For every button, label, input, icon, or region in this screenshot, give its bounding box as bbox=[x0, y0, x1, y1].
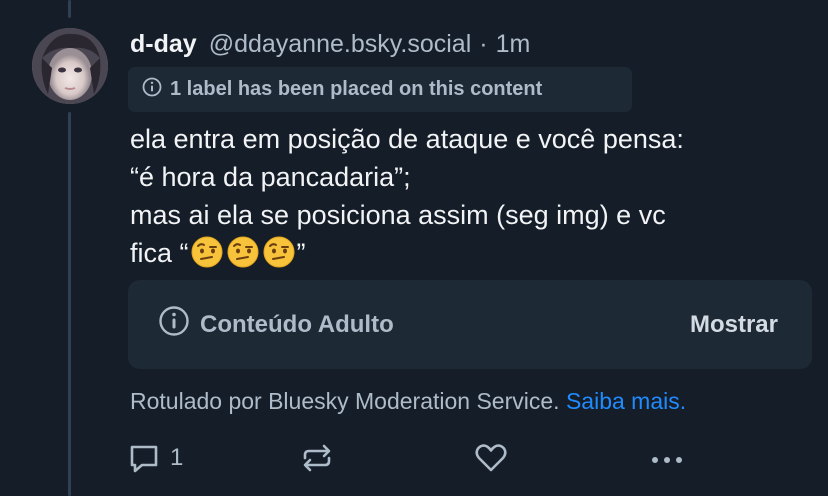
moderation-note-text: Rotulado por Bluesky Moderation Service. bbox=[130, 388, 560, 414]
like-button[interactable] bbox=[474, 438, 508, 478]
avatar[interactable] bbox=[32, 28, 108, 104]
raised-eyebrow-emoji bbox=[227, 236, 259, 268]
reply-count: 1 bbox=[170, 444, 184, 471]
header-separator: · bbox=[479, 30, 488, 58]
content-warning-card[interactable]: Conteúdo Adulto Mostrar bbox=[128, 280, 812, 369]
repost-icon bbox=[303, 444, 331, 472]
like-icon bbox=[475, 444, 507, 472]
reply-icon bbox=[130, 445, 158, 473]
moderation-note: Rotulado por Bluesky Moderation Service.… bbox=[130, 388, 686, 415]
avatar-image bbox=[32, 28, 108, 104]
post-text-line: mas ai ela se posiciona assim (seg img) … bbox=[130, 200, 666, 230]
label-notice-text: 1 label has been placed on this content bbox=[170, 78, 543, 100]
more-icon bbox=[652, 457, 682, 463]
post-text-line-emoji: fica “ ” bbox=[130, 234, 810, 272]
thread-line-top bbox=[68, 0, 71, 18]
post-time[interactable]: 1m bbox=[496, 30, 531, 59]
info-icon bbox=[142, 77, 162, 103]
raised-eyebrow-emoji bbox=[191, 236, 223, 268]
more-button[interactable] bbox=[648, 438, 688, 478]
content-warning-label: Conteúdo Adulto bbox=[158, 305, 394, 344]
post-header: d-day @ddayanne.bsky.social · 1m bbox=[130, 30, 530, 64]
post-text-segment: ” bbox=[296, 238, 306, 268]
raised-eyebrow-emoji bbox=[263, 236, 295, 268]
label-notice[interactable]: 1 label has been placed on this content bbox=[128, 67, 632, 112]
post-text-line: ela entra em posição de ataque e você pe… bbox=[130, 124, 684, 154]
post-text-segment: fica “ bbox=[130, 238, 189, 268]
show-button[interactable]: Mostrar bbox=[690, 311, 778, 339]
post-actions: 1 bbox=[128, 438, 808, 478]
repost-button[interactable] bbox=[300, 438, 334, 478]
info-icon bbox=[158, 305, 190, 344]
content-warning-text: Conteúdo Adulto bbox=[200, 310, 394, 338]
thread-line-bottom bbox=[68, 112, 71, 496]
reply-button[interactable]: 1 bbox=[128, 438, 183, 478]
handle[interactable]: @ddayanne.bsky.social bbox=[209, 30, 472, 59]
post-text: ela entra em posição de ataque e você pe… bbox=[130, 120, 810, 272]
post-text-line: “é hora da pancadaria”; bbox=[130, 162, 411, 192]
display-name[interactable]: d-day bbox=[130, 30, 197, 59]
learn-more-link[interactable]: Saiba mais. bbox=[566, 388, 686, 414]
